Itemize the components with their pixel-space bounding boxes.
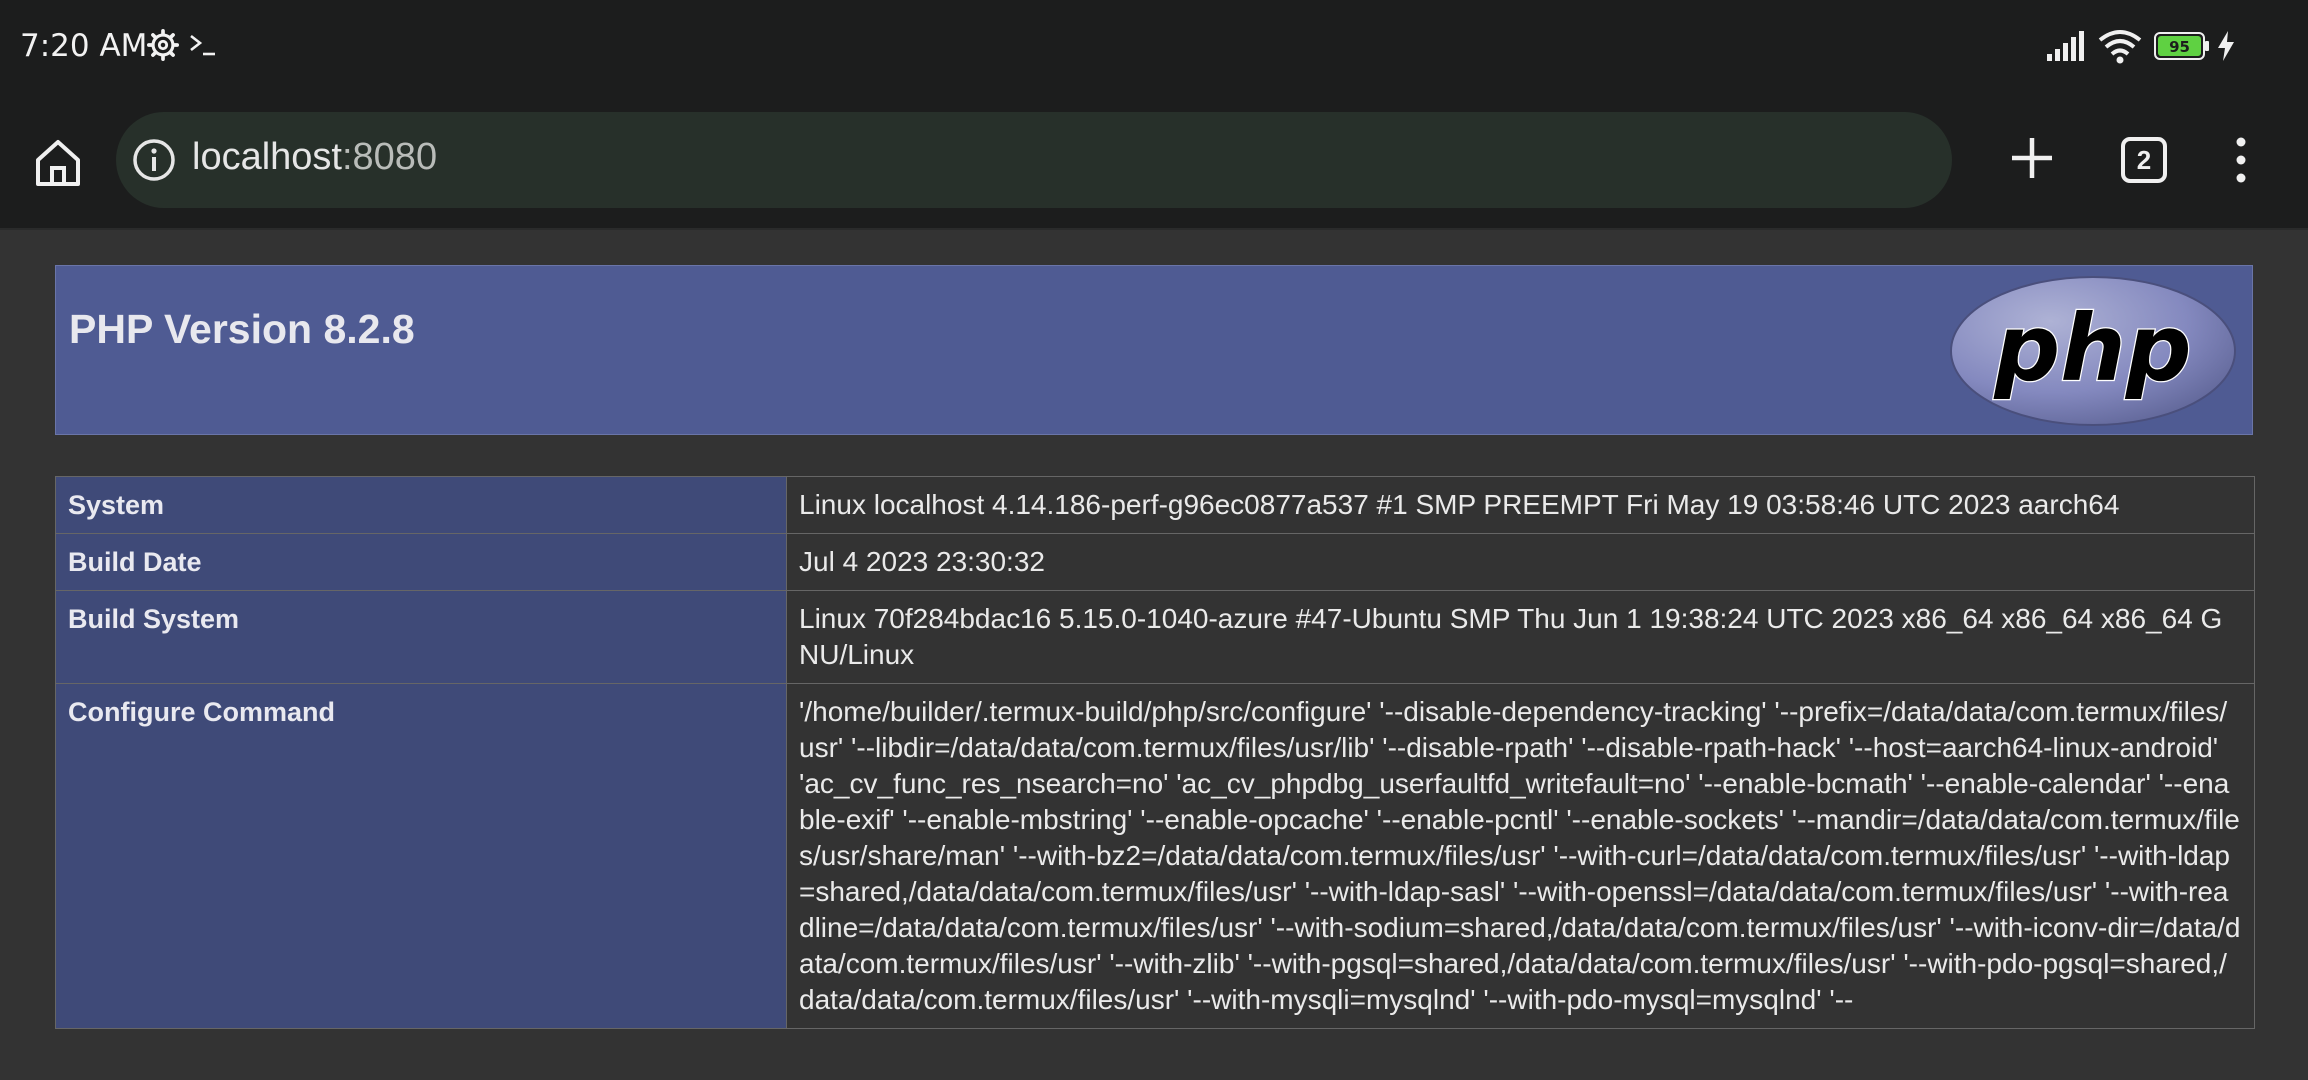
address-bar[interactable]: localhost:8080 (116, 112, 1952, 208)
terminal-icon (190, 34, 215, 56)
status-bar: 7:20 AM 95 (0, 0, 2308, 92)
home-icon[interactable] (30, 134, 86, 190)
row-key: Build System (55, 590, 787, 684)
tabs-button[interactable]: 2 (2120, 136, 2168, 184)
php-logo[interactable]: php (1948, 274, 2238, 428)
row-value: '/home/builder/.termux-build/php/src/con… (786, 683, 2255, 1029)
battery-level: 95 (2169, 38, 2190, 56)
plus-icon[interactable] (2004, 130, 2060, 186)
status-time: 7:20 AM (20, 28, 148, 64)
logo-text: php (1993, 295, 2191, 402)
more-vert-icon[interactable] (2226, 132, 2256, 188)
php-header: PHP Version 8.2.8 php (55, 265, 2253, 435)
gear-icon (146, 28, 180, 62)
url-port: :8080 (341, 136, 438, 178)
wifi-icon (2098, 30, 2142, 64)
row-value: Linux localhost 4.14.186-perf-g96ec0877a… (786, 476, 2255, 534)
table-row: Build Date Jul 4 2023 23:30:32 (55, 533, 2255, 591)
battery-icon: 95 (2154, 32, 2209, 60)
row-key: Configure Command (55, 683, 787, 1029)
table-row: System Linux localhost 4.14.186-perf-g96… (55, 476, 2255, 534)
url-text[interactable]: localhost:8080 (192, 136, 437, 179)
row-key: Build Date (55, 533, 787, 591)
browser-toolbar: localhost:8080 2 (0, 92, 2308, 230)
url-host: localhost (192, 136, 342, 178)
info-table: System Linux localhost 4.14.186-perf-g96… (55, 476, 2255, 1029)
charging-icon (2218, 31, 2234, 61)
table-row: Configure Command '/home/builder/.termux… (55, 683, 2255, 1029)
row-value: Linux 70f284bdac16 5.15.0-1040-azure #47… (786, 590, 2255, 684)
tab-count: 2 (2136, 145, 2152, 175)
table-row: Build System Linux 70f284bdac16 5.15.0-1… (55, 590, 2255, 684)
signal-icon (2047, 31, 2084, 61)
info-icon[interactable] (132, 138, 176, 182)
page-content: PHP Version 8.2.8 php System Linux local… (0, 230, 2308, 1080)
page-title: PHP Version 8.2.8 (69, 306, 415, 352)
row-value: Jul 4 2023 23:30:32 (786, 533, 2255, 591)
row-key: System (55, 476, 787, 534)
